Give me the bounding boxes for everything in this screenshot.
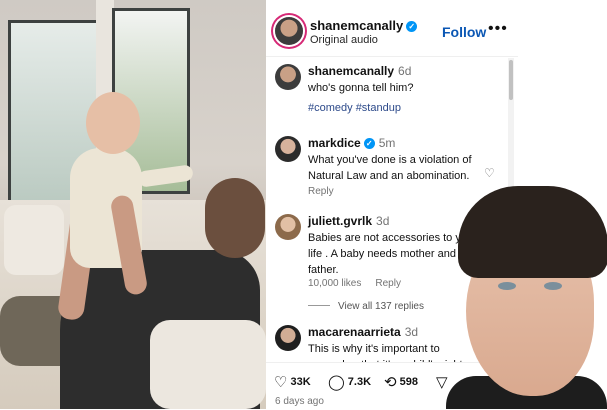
commentator-eye-left	[498, 282, 516, 290]
comment-username[interactable]: markdice	[308, 136, 361, 150]
comment-count: 7.3K	[347, 376, 372, 388]
comment-meta: Reply	[308, 186, 348, 197]
caption-avatar[interactable]	[275, 64, 301, 90]
comment-action[interactable]: ◯ 7.3K	[328, 373, 371, 391]
verified-badge-icon: ✓	[363, 138, 375, 149]
comment-meta: 10,000 likes Reply	[308, 278, 415, 289]
audio-label[interactable]: Original audio	[310, 34, 378, 46]
comment-header: macarenaarrieta 3d	[308, 325, 418, 339]
comment-time: 3d	[404, 325, 419, 339]
post-header: shanemcanally ✓ Original audio Follow •••	[266, 0, 518, 57]
view-replies-text[interactable]: View all 137 replies	[338, 301, 424, 312]
comment-header: markdice ✓ 5m	[308, 136, 395, 150]
blanket	[150, 320, 266, 409]
comment-avatar[interactable]	[275, 136, 301, 162]
baby-head	[86, 92, 140, 154]
scrollbar-thumb[interactable]	[509, 60, 513, 100]
replies-divider	[308, 305, 330, 306]
comment-header: juliett.gvrlk 3d	[308, 214, 389, 228]
view-replies-button[interactable]: View all 137 replies	[308, 301, 424, 312]
comment-username[interactable]: juliett.gvrlk	[308, 214, 372, 228]
comment-time: 3d	[376, 214, 390, 228]
comment-avatar[interactable]	[275, 325, 301, 351]
post-timestamp: 6 days ago	[275, 396, 324, 407]
video-player[interactable]	[0, 0, 266, 409]
follow-button[interactable]: Follow	[442, 24, 486, 40]
author-username-text[interactable]: shanemcanally	[310, 18, 403, 33]
man-head	[205, 178, 265, 258]
verified-badge-icon: ✓	[406, 21, 418, 32]
reply-button[interactable]: Reply	[308, 186, 334, 197]
repost-action[interactable]: ⟲ 598	[384, 373, 418, 391]
commentator-overlay	[446, 186, 607, 409]
caption-username[interactable]: shanemcanally	[308, 64, 394, 78]
comment-avatar[interactable]	[275, 214, 301, 240]
comment-bubble-icon[interactable]: ◯	[328, 374, 345, 391]
like-count[interactable]: 10,000 likes	[308, 278, 361, 289]
comment-time: 5m	[378, 136, 396, 150]
caption-time: 6d	[398, 64, 412, 78]
cushion	[4, 205, 64, 275]
more-options-icon[interactable]: •••	[488, 20, 508, 38]
author-username[interactable]: shanemcanally ✓	[310, 18, 418, 33]
comment-text: What you've done is a violation of Natur…	[308, 154, 472, 182]
commentator-eye-right	[544, 282, 562, 290]
repost-icon[interactable]: ⟲	[384, 374, 397, 391]
reply-button[interactable]: Reply	[375, 278, 401, 289]
caption-text: who's gonna tell him?	[308, 82, 414, 94]
author-avatar[interactable]	[275, 17, 303, 45]
caption-hashtags[interactable]: #comedy #standup	[308, 102, 401, 114]
comment-like-heart-icon[interactable]: ♡	[484, 166, 495, 180]
heart-icon[interactable]: ♡	[274, 374, 287, 391]
repost-count: 598	[399, 376, 418, 388]
caption: shanemcanally 6d who's gonna tell him?	[266, 64, 506, 124]
commentator-hair	[458, 186, 607, 278]
comment-username[interactable]: macarenaarrieta	[308, 325, 401, 339]
like-action[interactable]: ♡ 33K	[274, 373, 311, 391]
like-count: 33K	[290, 376, 311, 388]
caption-header: shanemcanally 6d	[308, 64, 411, 78]
